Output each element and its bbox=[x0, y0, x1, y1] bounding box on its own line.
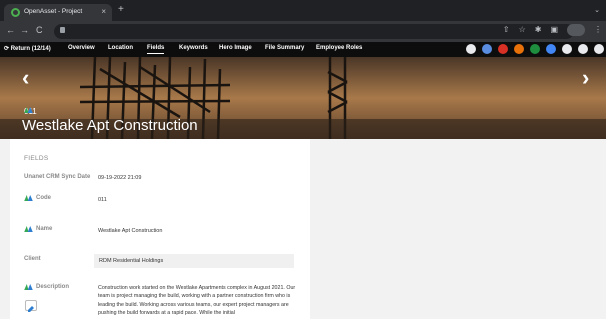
clock-extension-icon[interactable] bbox=[594, 44, 604, 54]
openasset-logo-icon bbox=[24, 107, 33, 113]
back-arrow-icon: ⟳ bbox=[4, 46, 11, 52]
tab-hero-image[interactable]: Hero Image bbox=[219, 45, 252, 51]
name-label: Name bbox=[24, 226, 52, 232]
client-field[interactable]: RDM Residential Holdings bbox=[94, 254, 294, 268]
bookmark-star-icon[interactable]: ☆ bbox=[519, 25, 526, 36]
tab-file-summary[interactable]: File Summary bbox=[265, 45, 304, 51]
mail-extension-icon[interactable] bbox=[498, 44, 508, 54]
return-button[interactable]: ⟳ Return (12/14) bbox=[4, 45, 51, 52]
forward-icon[interactable]: → bbox=[20, 25, 29, 35]
next-project-arrow-icon[interactable]: › bbox=[582, 67, 589, 89]
check-extension-icon[interactable] bbox=[466, 44, 476, 54]
share-icon[interactable]: ⇧ bbox=[503, 25, 510, 36]
address-bar[interactable] bbox=[54, 24, 574, 39]
tab-search-icon[interactable]: ⌄ bbox=[594, 6, 600, 14]
fields-panel: FIELDS Unanet CRM Sync Date 09-19-2022 2… bbox=[10, 139, 310, 319]
tab-location[interactable]: Location bbox=[108, 45, 133, 51]
browser-tab-bar: OpenAsset - Project × + ⌄ bbox=[0, 0, 606, 21]
client-value: RDM Residential Holdings bbox=[99, 258, 164, 264]
green-extension-icon[interactable] bbox=[530, 44, 540, 54]
cloud-extension-icon[interactable] bbox=[578, 44, 588, 54]
browser-toolbar: ← → C ⇧ ☆ ✱ ▣ ⋮ bbox=[0, 21, 606, 42]
browser-tab[interactable]: OpenAsset - Project × bbox=[4, 4, 112, 21]
hero-banner: ‹ › 011 Westlake Apt Construction bbox=[0, 57, 606, 139]
blue-extension-icon[interactable] bbox=[546, 44, 556, 54]
project-nav-bar: ⟳ Return (12/14) Overview Location Field… bbox=[0, 42, 606, 57]
openasset-logo-icon bbox=[24, 226, 33, 232]
section-title: FIELDS bbox=[24, 155, 49, 162]
code-value: 011 bbox=[98, 197, 107, 203]
sync-date-label: Unanet CRM Sync Date bbox=[24, 174, 90, 180]
sync-date-label-text: Unanet CRM Sync Date bbox=[24, 174, 91, 180]
openasset-favicon-icon bbox=[11, 8, 20, 17]
name-value: Westlake Apt Construction bbox=[98, 228, 163, 234]
project-title: Westlake Apt Construction bbox=[22, 117, 198, 134]
app-window: OpenAsset - Project × + ⌄ ← → C ⇧ ☆ ✱ ▣ … bbox=[0, 0, 606, 319]
right-panel bbox=[310, 139, 606, 319]
tab-employee-roles[interactable]: Employee Roles bbox=[316, 45, 362, 51]
description-label: Description bbox=[24, 284, 69, 290]
project-code-row: 011 bbox=[24, 107, 37, 116]
edit-description-icon[interactable] bbox=[25, 300, 37, 312]
description-label-text: Description bbox=[36, 284, 70, 290]
tab-close-icon[interactable]: × bbox=[101, 7, 106, 16]
tab-overview[interactable]: Overview bbox=[68, 45, 95, 51]
lock-icon bbox=[60, 27, 65, 33]
reload-icon[interactable]: C bbox=[36, 25, 43, 35]
return-label: Return (12/14) bbox=[10, 46, 51, 52]
code-label: Code bbox=[24, 195, 51, 201]
code-label-text: Code bbox=[36, 195, 51, 201]
extension-icons bbox=[466, 44, 604, 54]
back-icon[interactable]: ← bbox=[6, 25, 15, 35]
extensions-puzzle-icon[interactable]: ✱ bbox=[535, 25, 542, 36]
orange-extension-icon[interactable] bbox=[514, 44, 524, 54]
openasset-logo-icon bbox=[24, 195, 33, 201]
client-label-text: Client bbox=[24, 256, 41, 262]
toolbar-icons: ⇧ ☆ ✱ ▣ ⋮ bbox=[503, 24, 602, 36]
browser-menu-icon[interactable]: ⋮ bbox=[594, 25, 602, 36]
tab-fields[interactable]: Fields bbox=[147, 45, 165, 54]
prev-project-arrow-icon[interactable]: ‹ bbox=[22, 67, 29, 89]
profile-avatar[interactable] bbox=[567, 24, 585, 36]
new-tab-button[interactable]: + bbox=[118, 5, 124, 15]
tab-keywords[interactable]: Keywords bbox=[179, 45, 208, 51]
circle-extension-icon[interactable] bbox=[562, 44, 572, 54]
description-value: Construction work started on the Westlak… bbox=[98, 285, 296, 317]
client-label: Client bbox=[24, 256, 41, 262]
sidepanel-icon[interactable]: ▣ bbox=[550, 25, 558, 36]
tab-title: OpenAsset - Project bbox=[24, 8, 83, 15]
sync-date-value: 09-19-2022 21:09 bbox=[98, 175, 142, 181]
openasset-logo-icon bbox=[24, 284, 33, 290]
flag-extension-icon[interactable] bbox=[482, 44, 492, 54]
name-label-text: Name bbox=[36, 226, 53, 232]
